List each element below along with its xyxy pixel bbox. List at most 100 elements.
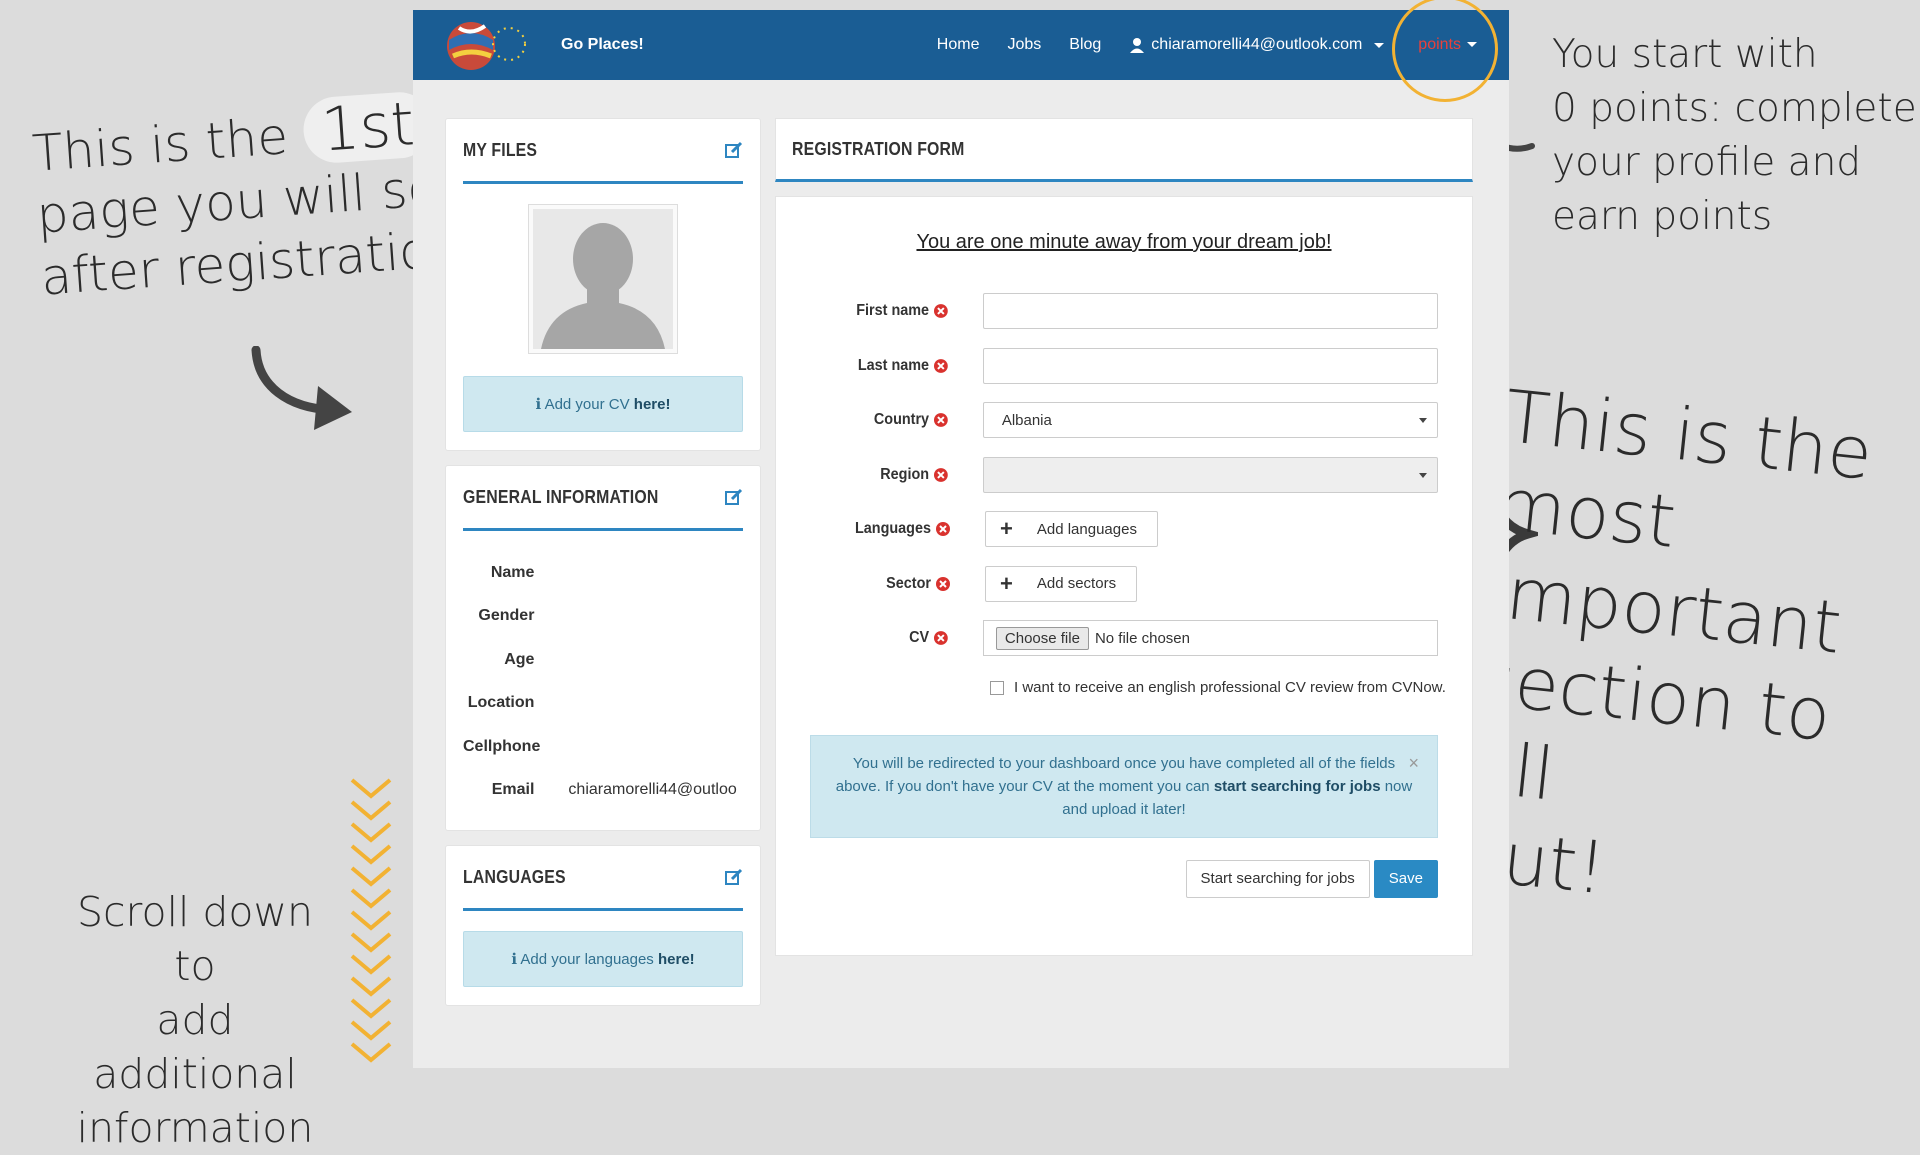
edit-icon[interactable] [725, 141, 743, 159]
annotation-text: add additional [93, 996, 297, 1098]
form-row-languages: Languages + Add languages [810, 502, 1438, 557]
europe-language-jobs-logo[interactable] [445, 16, 527, 74]
add-languages-box[interactable]: ℹ Add your languages here! [463, 931, 743, 987]
save-button[interactable]: Save [1373, 859, 1438, 898]
info-row: Location [463, 682, 743, 726]
info-label: Name [490, 563, 535, 581]
field-label: Languages [854, 520, 931, 538]
annotation-important: This is the most important section to fi… [1455, 372, 1918, 940]
region-select[interactable] [982, 456, 1439, 493]
required-icon [936, 576, 950, 591]
info-alert: You will be redirected to your dashboard… [810, 734, 1438, 838]
form-actions: Start searching for jobs Save [810, 859, 1438, 898]
cv-review-label[interactable]: I want to receive an english professiona… [1014, 676, 1446, 699]
cv-file-input: Choose file No file chosen [982, 620, 1438, 657]
form-row-country: Country Albania [810, 393, 1439, 448]
add-languages-button[interactable]: + Add languages [985, 511, 1158, 548]
nav-points-menu[interactable]: points [1392, 0, 1499, 102]
button-label: Add languages [1036, 520, 1137, 538]
choose-file-button[interactable]: Choose file [995, 626, 1089, 650]
nav-user-menu[interactable]: chiaramorelli44@outlook.com [1129, 36, 1385, 54]
add-cv-link[interactable]: here! [634, 396, 671, 413]
edit-icon[interactable] [725, 868, 743, 886]
cv-review-checkbox[interactable] [990, 680, 1004, 695]
panel-title: MY FILES [463, 139, 538, 160]
annotation-first-page: This is the 1st page you will see after … [30, 88, 475, 309]
start-searching-button[interactable]: Start searching for jobs [1185, 859, 1370, 898]
avatar [528, 204, 678, 354]
required-icon [934, 467, 948, 482]
form-row-first-name: First name [810, 284, 1439, 339]
field-label: CV [909, 629, 930, 647]
field-label: Sector [886, 574, 931, 592]
first-name-input[interactable] [982, 293, 1439, 330]
info-label: Location [467, 694, 535, 712]
info-icon: ℹ [511, 951, 518, 968]
required-icon [934, 358, 948, 373]
country-value: Albania [1001, 411, 1052, 429]
edit-icon[interactable] [725, 488, 743, 506]
add-languages-text: Add your languages [520, 951, 654, 968]
chevron-down-icon [1374, 42, 1385, 48]
panel-header: LANGUAGES [463, 846, 743, 911]
user-icon [1130, 38, 1145, 53]
form-row-cv: CV Choose file No file chosen [810, 611, 1438, 666]
add-cv-box[interactable]: ℹ Add your CV here! [463, 376, 743, 432]
info-label: Email [491, 781, 535, 799]
annotation-text: your profile and [1552, 140, 1862, 185]
required-icon [934, 413, 948, 428]
field-label: Country [873, 411, 930, 429]
info-value: chiaramorelli44@outloo [568, 781, 737, 799]
form-row-sector: Sector + Add sectors [810, 557, 1438, 612]
top-navbar: Go Places! Home Jobs Blog chiaramorelli4… [413, 0, 1509, 102]
avatar-placeholder-icon [533, 209, 673, 349]
required-icon [934, 304, 948, 319]
cv-review-option: I want to receive an english professiona… [990, 676, 1452, 699]
my-files-panel: MY FILES ℹ Add your CV here! [445, 118, 761, 451]
panel-header: GENERAL INFORMATION [463, 466, 743, 531]
app-window: Go Places! Home Jobs Blog chiaramorelli4… [413, 0, 1509, 1068]
info-icon: ℹ [535, 396, 542, 413]
start-searching-link[interactable]: start searching for jobs [1214, 778, 1381, 795]
plus-icon: + [1000, 570, 1013, 596]
annotation-text: 0 points: complete [1552, 86, 1917, 131]
annotation-text: Scroll down to [76, 888, 314, 990]
annotation-text: information [76, 1104, 314, 1152]
registration-form-header: REGISTRATION FORM [775, 118, 1473, 182]
info-row: Gender [463, 595, 743, 639]
nav-blog[interactable]: Blog [1069, 36, 1101, 54]
add-languages-link[interactable]: here! [658, 951, 695, 968]
panel-title: REGISTRATION FORM [792, 138, 965, 159]
nav-home[interactable]: Home [937, 36, 980, 54]
form-tagline: You are one minute away from your dream … [916, 231, 1332, 253]
annotation-text: You start with [1552, 32, 1818, 77]
form-row-region: Region [810, 448, 1439, 503]
brand-title[interactable]: Go Places! [561, 36, 644, 54]
add-sectors-button[interactable]: + Add sectors [985, 565, 1138, 602]
highlight-circle [1392, 0, 1499, 102]
info-row: Email chiaramorelli44@outloo [463, 769, 743, 813]
file-status: No file chosen [1094, 629, 1190, 647]
country-select[interactable]: Albania [982, 402, 1439, 439]
last-name-input[interactable] [982, 347, 1439, 384]
scroll-down-chevrons-icon [350, 778, 392, 1063]
form-row-last-name: Last name [810, 339, 1439, 394]
close-icon[interactable]: × [1408, 752, 1419, 775]
dropdown-caret-icon [1419, 418, 1428, 424]
info-row: Cellphone [463, 725, 743, 769]
plus-icon: + [1000, 516, 1013, 542]
general-information-panel: GENERAL INFORMATION Name Gender Age Loca… [445, 465, 761, 831]
sidebar-column: MY FILES ℹ Add your CV here! GENERAL INF… [445, 118, 761, 1020]
info-label: Gender [478, 607, 535, 625]
annotation-points: You start with 0 points: complete your p… [1552, 28, 1917, 244]
languages-panel: LANGUAGES ℹ Add your languages here! [445, 845, 761, 1006]
required-icon [934, 631, 948, 646]
add-cv-text: Add your CV [544, 396, 630, 413]
user-email: chiaramorelli44@outlook.com [1151, 36, 1363, 53]
nav-jobs[interactable]: Jobs [1007, 36, 1041, 54]
main-column: REGISTRATION FORM You are one minute awa… [775, 118, 1473, 956]
annotation-text: earn points [1552, 194, 1773, 239]
panel-title: GENERAL INFORMATION [463, 486, 659, 507]
field-label: First name [856, 302, 930, 320]
required-icon [936, 522, 950, 537]
